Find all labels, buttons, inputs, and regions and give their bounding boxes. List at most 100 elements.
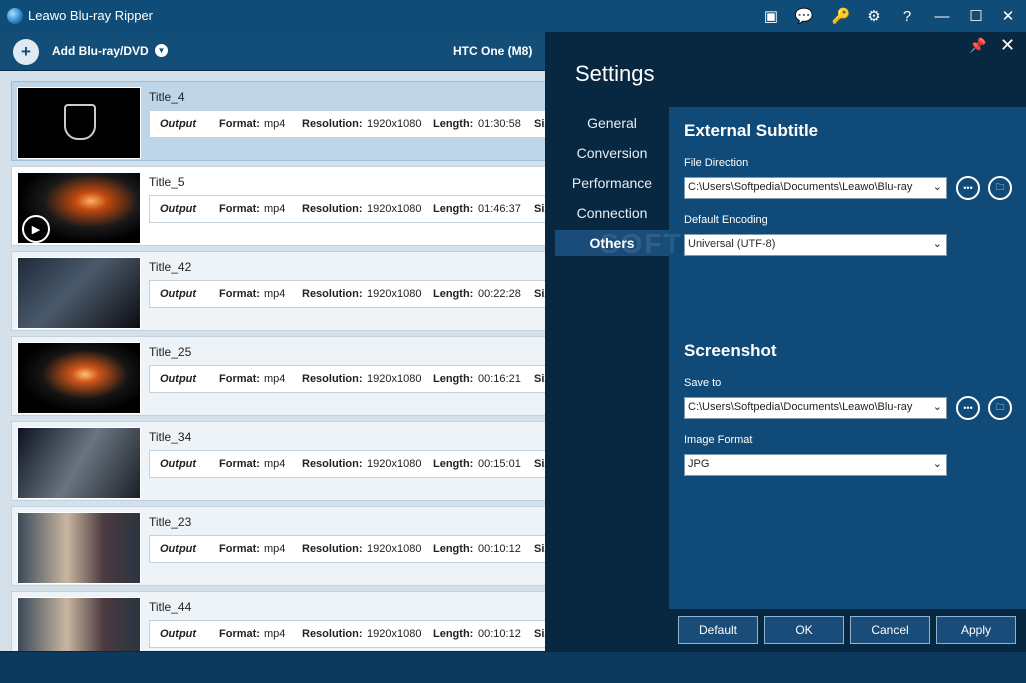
length-value: 00:10:12 bbox=[478, 628, 521, 640]
title-name: Title_4 bbox=[149, 90, 185, 104]
format-label: Format: bbox=[219, 543, 260, 555]
size-label: Siz bbox=[534, 373, 545, 385]
resolution-label: Resolution: bbox=[302, 203, 363, 215]
external-subtitle-title: External Subtitle bbox=[684, 121, 819, 140]
output-label: Output bbox=[160, 543, 197, 555]
format-label: Format: bbox=[219, 203, 260, 215]
resolution-label: Resolution: bbox=[302, 373, 363, 385]
file-direction-select[interactable]: C:\Users\Softpedia\Documents\Leawo\Blu-r… bbox=[684, 177, 947, 199]
title-row[interactable]: Title_23 Output Format: mp4 Resolution: 1920x… bbox=[11, 506, 545, 586]
chevron-down-icon: ⌄ bbox=[932, 401, 942, 413]
title-row[interactable]: Title_4 Output Format: mp4 Resolution: 1920x1… bbox=[11, 81, 545, 161]
length-value: 00:15:01 bbox=[478, 458, 521, 470]
resolution-value: 1920x1080 bbox=[367, 543, 422, 555]
output-label: Output bbox=[160, 118, 197, 130]
add-disc-icon[interactable]: + bbox=[13, 39, 39, 65]
title-row[interactable]: Title_34 Output Format: mp4 Resolution: 1920x… bbox=[11, 421, 545, 501]
key-icon[interactable]: 🔑 bbox=[830, 6, 852, 26]
settings-content: External Subtitle File Direction C:\User… bbox=[669, 107, 1026, 609]
format-label: Format: bbox=[219, 458, 260, 470]
video-thumbnail[interactable] bbox=[17, 512, 141, 584]
length-label: Length: bbox=[433, 118, 474, 130]
output-label: Output bbox=[160, 628, 197, 640]
output-info[interactable]: Output Format: mp4 Resolution: 1920x1080 Leng… bbox=[149, 450, 545, 478]
nav-others[interactable]: Others bbox=[555, 230, 669, 256]
minimize-icon[interactable]: — bbox=[931, 6, 953, 26]
length-label: Length: bbox=[433, 543, 474, 555]
open-folder-icon[interactable]: 🗀 bbox=[988, 176, 1012, 200]
image-format-value: JPG bbox=[688, 458, 710, 470]
chevron-down-icon: ⌄ bbox=[932, 458, 942, 470]
pin-icon[interactable]: 📌 bbox=[969, 37, 986, 54]
browse-more-icon[interactable]: ••• bbox=[956, 396, 980, 420]
resolution-value: 1920x1080 bbox=[367, 458, 422, 470]
length-label: Length: bbox=[433, 628, 474, 640]
format-label: Format: bbox=[219, 373, 260, 385]
resolution-value: 1920x1080 bbox=[367, 373, 422, 385]
title-row[interactable]: ▶ Title_5 Output Format: mp4 Resolution: 1920x… bbox=[11, 166, 545, 246]
output-info[interactable]: Output Format: mp4 Resolution: 1920x1080 Leng… bbox=[149, 280, 545, 308]
maximize-icon[interactable]: ☐ bbox=[965, 6, 987, 26]
video-thumbnail[interactable] bbox=[17, 257, 141, 329]
length-label: Length: bbox=[433, 373, 474, 385]
length-value: 01:46:37 bbox=[478, 203, 521, 215]
title-row[interactable]: Title_25 Output Format: mp4 Resolution: 1920x… bbox=[11, 336, 545, 416]
output-info[interactable]: Output Format: mp4 Resolution: 1920x1080 Leng… bbox=[149, 110, 545, 138]
resolution-label: Resolution: bbox=[302, 118, 363, 130]
video-thumbnail[interactable]: ▶ bbox=[17, 172, 141, 244]
output-info[interactable]: Output Format: mp4 Resolution: 1920x1080 Leng… bbox=[149, 535, 545, 563]
gear-icon[interactable]: ⚙ bbox=[863, 6, 885, 26]
save-to-select[interactable]: C:\Users\Softpedia\Documents\Leawo\Blu-r… bbox=[684, 397, 947, 419]
output-info[interactable]: Output Format: mp4 Resolution: 1920x1080 Leng… bbox=[149, 365, 545, 393]
format-value: mp4 bbox=[264, 288, 286, 300]
title-list[interactable]: Title_4 Output Format: mp4 Resolution: 1920x1… bbox=[0, 71, 545, 651]
chat-icon[interactable]: 💬 bbox=[793, 6, 815, 26]
cancel-button[interactable]: Cancel bbox=[850, 616, 930, 644]
status-bar bbox=[0, 651, 1026, 683]
default-encoding-select[interactable]: Universal (UTF-8) ⌄ bbox=[684, 234, 947, 256]
title-name: Title_44 bbox=[149, 600, 192, 614]
screen-icon[interactable]: ▣ bbox=[760, 6, 782, 26]
default-encoding-value: Universal (UTF-8) bbox=[688, 238, 776, 250]
title-row[interactable]: Title_42 Output Format: mp4 Resolution: 1920x… bbox=[11, 251, 545, 331]
ok-button[interactable]: OK bbox=[764, 616, 844, 644]
default-button[interactable]: Default bbox=[678, 616, 758, 644]
title-name: Title_5 bbox=[149, 175, 185, 189]
output-label: Output bbox=[160, 373, 197, 385]
play-icon[interactable]: ▶ bbox=[22, 215, 50, 243]
chevron-down-icon[interactable]: ▼ bbox=[155, 44, 168, 57]
video-thumbnail[interactable] bbox=[17, 87, 141, 159]
image-format-label: Image Format bbox=[684, 434, 753, 446]
length-value: 00:10:12 bbox=[478, 543, 521, 555]
browse-more-icon[interactable]: ••• bbox=[956, 176, 980, 200]
format-label: Format: bbox=[219, 288, 260, 300]
app-title: Leawo Blu-ray Ripper bbox=[28, 8, 154, 23]
file-direction-value: C:\Users\Softpedia\Documents\Leawo\Blu-r… bbox=[688, 181, 913, 193]
title-row[interactable]: Title_44 Output Format: mp4 Resolution: 1920x… bbox=[11, 591, 545, 651]
close-icon[interactable]: ✕ bbox=[997, 6, 1019, 26]
open-folder-icon[interactable]: 🗀 bbox=[988, 396, 1012, 420]
format-label: Format: bbox=[219, 628, 260, 640]
output-info[interactable]: Output Format: mp4 Resolution: 1920x1080 Leng… bbox=[149, 620, 545, 648]
video-thumbnail[interactable] bbox=[17, 597, 141, 651]
video-thumbnail[interactable] bbox=[17, 427, 141, 499]
size-label: Siz bbox=[534, 458, 545, 470]
resolution-label: Resolution: bbox=[302, 543, 363, 555]
apply-button[interactable]: Apply bbox=[936, 616, 1016, 644]
nav-performance[interactable]: Performance bbox=[555, 170, 669, 196]
nav-conversion[interactable]: Conversion bbox=[555, 140, 669, 166]
format-value: mp4 bbox=[264, 203, 286, 215]
title-bar: Leawo Blu-ray Ripper ▣ 💬 🔑 ⚙ ? — ☐ ✕ bbox=[0, 0, 1026, 32]
video-thumbnail[interactable] bbox=[17, 342, 141, 414]
image-format-select[interactable]: JPG ⌄ bbox=[684, 454, 947, 476]
add-bluray-button[interactable]: Add Blu-ray/DVD bbox=[52, 44, 149, 58]
nav-general[interactable]: General bbox=[555, 110, 669, 136]
device-label[interactable]: HTC One (M8) bbox=[453, 44, 532, 58]
app-logo-icon bbox=[7, 8, 23, 24]
nav-connection[interactable]: Connection bbox=[555, 200, 669, 226]
output-info[interactable]: Output Format: mp4 Resolution: 1920x1080 Leng… bbox=[149, 195, 545, 223]
size-label: Siz bbox=[534, 288, 545, 300]
help-icon[interactable]: ? bbox=[896, 6, 918, 26]
close-settings-icon[interactable]: ✕ bbox=[1000, 35, 1015, 56]
resolution-label: Resolution: bbox=[302, 288, 363, 300]
